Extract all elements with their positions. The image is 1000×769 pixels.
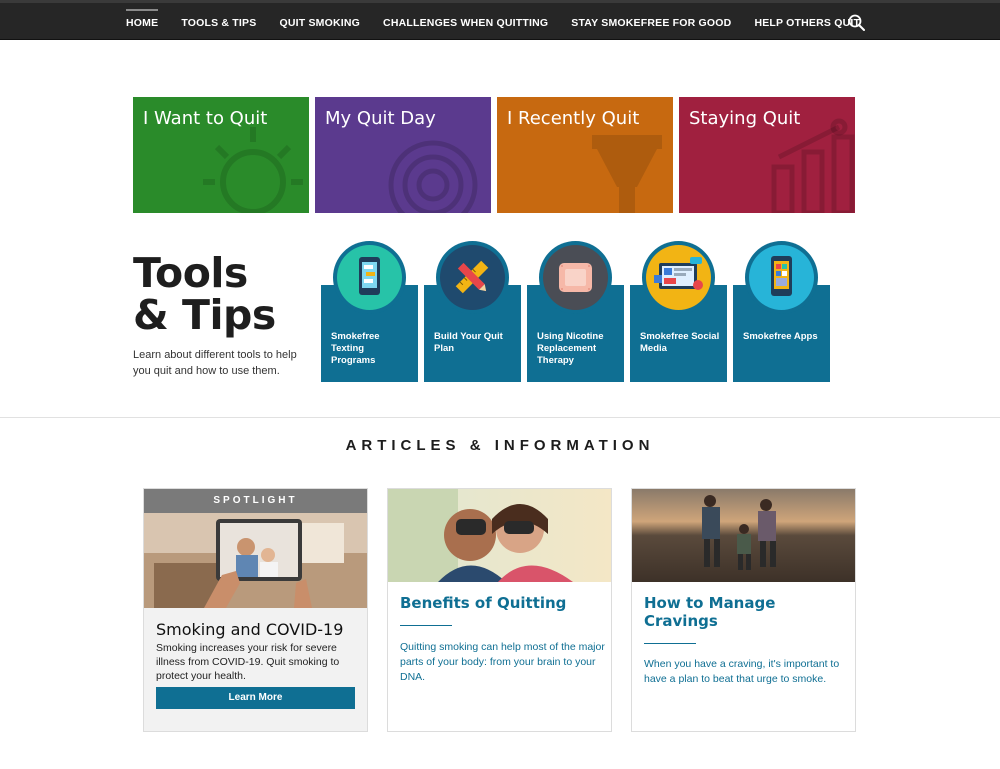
nav-item-tools-tips[interactable]: TOOLS & TIPS: [181, 3, 256, 40]
tile-i-want-to-quit[interactable]: I Want to Quit: [133, 97, 309, 213]
tool-cards: Smokefree Texting Programs Build Your Qu…: [321, 241, 836, 382]
tool-circle-frame: [745, 241, 818, 314]
title-underline: [400, 625, 452, 626]
spotlight-card: SPOTLIGHT Smoking and COVID-19 Smoking i…: [143, 488, 368, 732]
tool-circle-frame: [333, 241, 406, 314]
tile-label: I Recently Quit: [507, 108, 640, 129]
tool-card-label: Smokefree Texting Programs: [331, 331, 380, 366]
tool-circle-frame: [539, 241, 612, 314]
article-card-benefits[interactable]: Benefits of Quitting Quitting smoking ca…: [387, 488, 612, 732]
patch-icon: [543, 245, 608, 310]
nav-menu: HOME TOOLS & TIPS QUIT SMOKING CHALLENGE…: [126, 3, 883, 40]
tool-card-nrt[interactable]: Using Nicotine Replacement Therapy: [527, 241, 624, 382]
heading-line-2: & Tips: [133, 291, 276, 339]
article-body: When you have a craving, it's important …: [644, 658, 840, 685]
title-underline: [644, 643, 696, 644]
nav-item-stay-smokefree[interactable]: STAY SMOKEFREE FOR GOOD: [571, 3, 731, 40]
phone-chat-icon: [337, 245, 402, 310]
article-title[interactable]: Benefits of Quitting: [400, 594, 605, 612]
heading-line-1: Tools: [133, 249, 248, 297]
article-title[interactable]: How to Manage Cravings: [644, 594, 849, 630]
tool-card-texting[interactable]: Smokefree Texting Programs: [321, 241, 418, 382]
phone-app-icon: [749, 245, 814, 310]
tool-card-label: Build Your Quit Plan: [434, 331, 503, 354]
article-card-cravings[interactable]: How to Manage Cravings When you have a c…: [631, 488, 856, 732]
tool-card-label: Using Nicotine Replacement Therapy: [537, 331, 604, 366]
quit-stage-tiles: I Want to Quit My Quit Day I Recently Qu…: [133, 97, 861, 213]
tool-card-label: Smokefree Social Media: [640, 331, 720, 354]
tool-circle-frame: [642, 241, 715, 314]
tool-circle-frame: [436, 241, 509, 314]
spotlight-image: [144, 513, 367, 608]
top-navigation: HOME TOOLS & TIPS QUIT SMOKING CHALLENGE…: [0, 0, 1000, 40]
spotlight-body: Smoking increases your risk for severe i…: [156, 642, 340, 682]
spotlight-title[interactable]: Smoking and COVID-19: [156, 620, 343, 639]
tile-label: My Quit Day: [325, 108, 436, 129]
search-icon[interactable]: [848, 14, 865, 31]
nav-item-quit-smoking[interactable]: QUIT SMOKING: [279, 3, 360, 40]
tile-label: I Want to Quit: [143, 108, 268, 129]
article-image: [632, 489, 855, 582]
tools-tips-heading: Tools & Tips: [133, 252, 276, 336]
spotlight-tag: SPOTLIGHT: [144, 489, 367, 513]
tile-my-quit-day[interactable]: My Quit Day: [315, 97, 491, 213]
tile-staying-quit[interactable]: Staying Quit: [679, 97, 855, 213]
tool-card-social-media[interactable]: Smokefree Social Media: [630, 241, 727, 382]
social-media-icon: [646, 245, 711, 310]
nav-item-home[interactable]: HOME: [126, 3, 159, 40]
article-body: Quitting smoking can help most of the ma…: [400, 641, 605, 683]
nav-item-help-others[interactable]: HELP OTHERS QUIT: [754, 3, 860, 40]
pencil-ruler-icon: [440, 245, 505, 310]
learn-more-button[interactable]: Learn More: [156, 687, 355, 709]
section-divider: [0, 417, 1000, 418]
tool-card-apps[interactable]: Smokefree Apps: [733, 241, 830, 382]
article-image: [388, 489, 611, 582]
nav-item-challenges[interactable]: CHALLENGES WHEN QUITTING: [383, 3, 548, 40]
tool-card-label: Smokefree Apps: [743, 331, 818, 342]
tile-i-recently-quit[interactable]: I Recently Quit: [497, 97, 673, 213]
tile-label: Staying Quit: [689, 108, 801, 129]
articles-heading: ARTICLES & INFORMATION: [345, 437, 655, 454]
tools-description: Learn about different tools to help you …: [133, 349, 297, 377]
tool-card-quit-plan[interactable]: Build Your Quit Plan: [424, 241, 521, 382]
